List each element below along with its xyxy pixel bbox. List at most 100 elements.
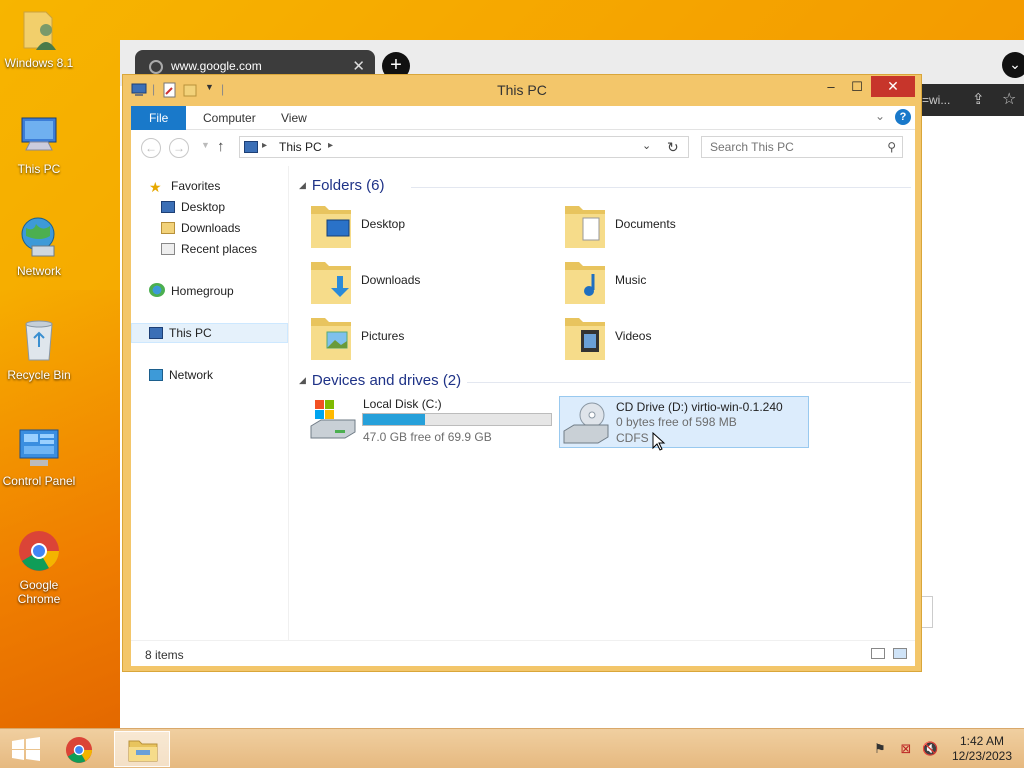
folder-downloads[interactable]: Downloads [309, 256, 549, 308]
folder-label: Documents [615, 217, 676, 231]
recycle-bin-icon [25, 320, 53, 361]
clock-date: 12/23/2023 [951, 749, 1013, 763]
computer-icon [21, 117, 57, 151]
desktop-icon-google-chrome[interactable]: Google Chrome [0, 528, 78, 606]
desktop-icon-label: Recycle Bin [7, 368, 71, 382]
folder-pictures[interactable]: Pictures [309, 312, 549, 364]
drive-local-disk-c[interactable]: Local Disk (C:) 47.0 GB free of 69.9 GB [307, 394, 557, 446]
collapse-triangle-icon[interactable]: ◢ [299, 180, 306, 190]
nav-item-favorites[interactable]: ★ Favorites [149, 177, 220, 195]
help-icon[interactable]: ? [895, 109, 911, 125]
nav-item-recent-places[interactable]: Recent places [161, 240, 257, 258]
desktop-icon-recycle-bin[interactable]: Recycle Bin [0, 318, 78, 382]
taskbar-chrome-button[interactable] [52, 731, 108, 767]
group-divider [467, 382, 911, 383]
share-icon[interactable]: ⇪ [972, 90, 985, 108]
chrome-icon [19, 531, 59, 571]
up-button[interactable]: ↑ [217, 138, 225, 155]
search-input[interactable] [702, 137, 872, 157]
network-icon [149, 369, 163, 381]
cd-drive-icon [563, 402, 609, 444]
bookmark-star-icon[interactable]: ☆ [1002, 89, 1016, 109]
nav-item-desktop[interactable]: Desktop [161, 198, 225, 216]
taskbar-explorer-button[interactable] [114, 731, 170, 767]
desktop-icon-this-pc[interactable]: This PC [0, 112, 78, 176]
title-bar: | ▼ | This PC – ☐ ✕ [123, 75, 921, 105]
search-icon[interactable]: ⚲ [887, 140, 896, 154]
status-bar: 8 items [131, 640, 915, 666]
folder-label: Downloads [361, 273, 421, 287]
system-clock[interactable]: 1:42 AM 12/23/2023 [944, 734, 1020, 764]
recent-places-icon [161, 243, 175, 255]
desktop-icon-control-panel[interactable]: Control Panel [0, 424, 78, 488]
chevron-right-icon[interactable]: ▸ [262, 140, 267, 151]
tab-computer[interactable]: Computer [189, 106, 270, 130]
close-button[interactable]: ✕ [871, 76, 915, 97]
folder-label: Music [615, 273, 647, 287]
expand-ribbon-icon[interactable]: ⌄ [875, 109, 885, 123]
file-list: ◢ Folders (6) Desktop Documents Download… [291, 166, 915, 640]
navigation-bar: ← → ▼ ↑ ▸ This PC ▸ ⌄ ↻ ⚲ [131, 130, 915, 166]
nav-item-network[interactable]: Network [149, 366, 213, 384]
user-folder-icon [23, 11, 56, 50]
desktop-icon [161, 201, 175, 213]
drive-cd-d[interactable]: CD Drive (D:) virtio-win-0.1.240 0 bytes… [559, 396, 809, 448]
group-header-devices[interactable]: ◢ Devices and drives (2) [299, 372, 461, 389]
minimize-button[interactable]: – [821, 77, 841, 97]
downloads-folder-icon [311, 262, 351, 304]
tab-file[interactable]: File [131, 106, 187, 130]
folder-videos[interactable]: Videos [563, 312, 803, 364]
maximize-button[interactable]: ☐ [847, 77, 867, 97]
windows-start-icon[interactable] [8, 737, 42, 761]
network-status-icon[interactable]: ⊠ [898, 741, 914, 757]
desktop-icon-label: Windows 8.1 [4, 56, 74, 70]
refresh-icon[interactable]: ↻ [667, 139, 679, 156]
back-button[interactable]: ← [141, 138, 161, 158]
documents-folder-icon [565, 206, 605, 248]
control-panel-icon [19, 429, 59, 466]
action-center-flag-icon[interactable]: ⚑ [872, 741, 888, 757]
content-area: ★ Favorites Desktop Downloads Recent plac… [131, 166, 915, 640]
music-folder-icon [565, 262, 605, 304]
breadcrumb-this-pc[interactable]: This PC [279, 140, 322, 154]
desktop-icon-label: Google Chrome [17, 578, 61, 606]
window-title: This PC [497, 82, 547, 98]
nav-item-homegroup[interactable]: Homegroup [149, 282, 234, 300]
folder-music[interactable]: Music [563, 256, 803, 308]
large-icons-view-icon[interactable] [893, 648, 907, 659]
collapse-triangle-icon[interactable]: ◢ [299, 375, 306, 385]
close-icon[interactable]: ✕ [352, 57, 365, 75]
computer-icon [244, 141, 258, 153]
taskbar: ⚑ ⊠ 🔇 1:42 AM 12/23/2023 [0, 728, 1024, 768]
chevron-right-icon[interactable]: ▸ [328, 140, 333, 151]
file-explorer-icon [128, 740, 158, 762]
details-view-icon[interactable] [871, 648, 885, 659]
browser-menu-button[interactable]: ⌄ [1002, 52, 1024, 78]
folder-documents[interactable]: Documents [563, 200, 803, 252]
forward-button[interactable]: → [169, 138, 189, 158]
folder-desktop[interactable]: Desktop [309, 200, 549, 252]
desktop-icon-network[interactable]: Network [0, 214, 78, 278]
address-bar[interactable]: ▸ This PC ▸ ⌄ [239, 136, 689, 158]
item-count: 8 items [145, 648, 184, 662]
downloads-icon [161, 222, 175, 234]
chevron-down-icon[interactable]: ⌄ [642, 139, 651, 152]
pictures-folder-icon [311, 318, 351, 360]
drive-free-space: 47.0 GB free of 69.9 GB [363, 430, 492, 444]
desktop-icon-windows81[interactable]: Windows 8.1 [0, 6, 78, 70]
url-fragment: =wi... [922, 93, 951, 107]
nav-item-downloads[interactable]: Downloads [161, 219, 240, 237]
volume-muted-icon[interactable]: 🔇 [922, 741, 938, 757]
search-box: ⚲ [701, 136, 903, 158]
globe-icon [149, 60, 163, 74]
recent-locations-icon[interactable]: ▼ [201, 140, 210, 150]
tab-view[interactable]: View [267, 106, 321, 130]
drive-filesystem: CDFS [616, 431, 649, 445]
clock-time: 1:42 AM [959, 734, 1005, 748]
navigation-pane: ★ Favorites Desktop Downloads Recent plac… [131, 166, 289, 640]
network-globe-icon [21, 217, 55, 257]
browser-address-fragment: =wi... ⇪ ☆ [920, 84, 1024, 116]
nav-item-this-pc[interactable]: This PC [149, 324, 212, 342]
group-header-folders[interactable]: ◢ Folders (6) [299, 177, 384, 194]
drive-name: CD Drive (D:) virtio-win-0.1.240 [616, 400, 783, 414]
